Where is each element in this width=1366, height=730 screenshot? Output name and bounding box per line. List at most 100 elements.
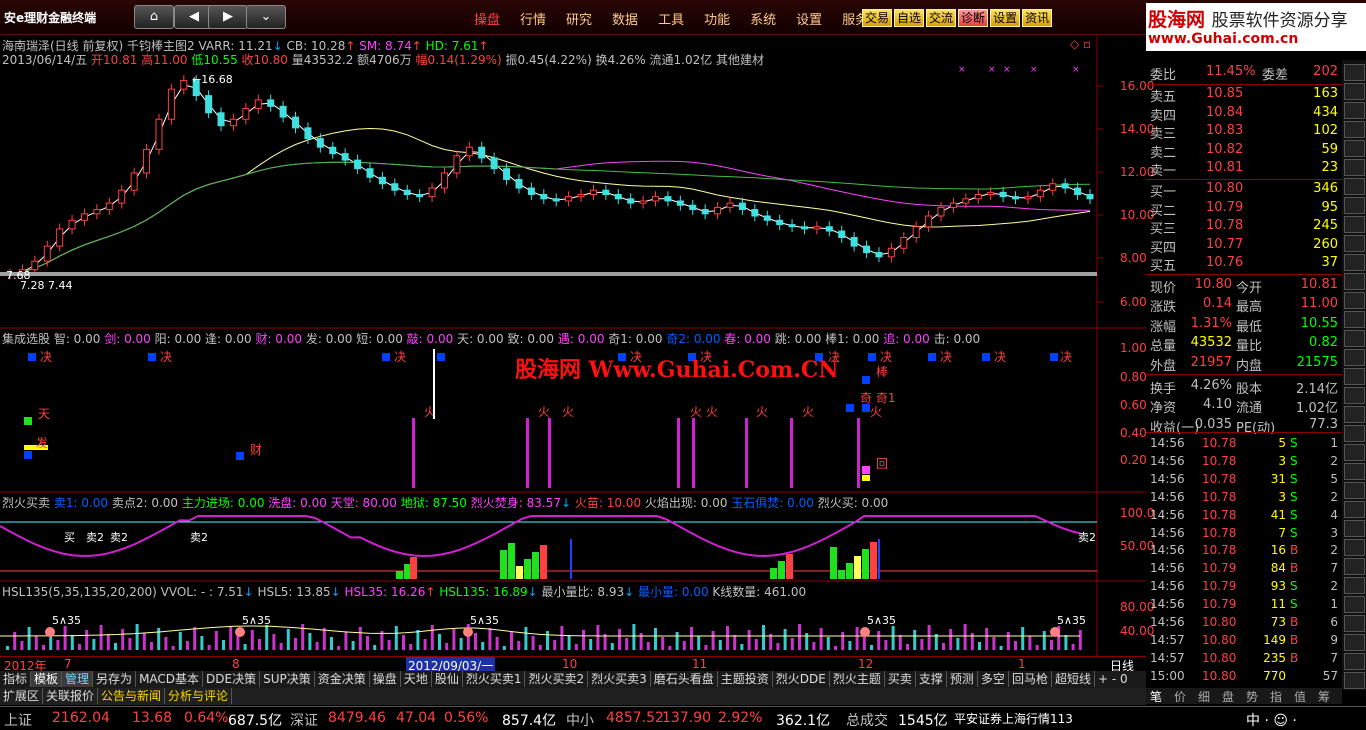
tool-button-5[interactable]: 资讯: [1022, 9, 1053, 27]
tab-3[interactable]: 另存为: [93, 671, 137, 687]
buy-row[interactable]: 买三 10.78 245: [1146, 218, 1342, 237]
grid-icon[interactable]: [1344, 121, 1365, 138]
menu-item-4[interactable]: 工具: [658, 13, 684, 28]
tab-16[interactable]: 烈火DDE: [773, 671, 830, 687]
list-icon[interactable]: [1344, 615, 1365, 632]
box-icon[interactable]: [1344, 482, 1365, 499]
quote-tab-4[interactable]: 势: [1246, 688, 1258, 705]
grid-icon[interactable]: [1344, 501, 1365, 518]
star-icon[interactable]: [1344, 653, 1365, 670]
quote-tab-2[interactable]: 细: [1198, 688, 1210, 705]
dot-icon[interactable]: [1344, 444, 1365, 461]
line-icon[interactable]: [1344, 463, 1365, 480]
tab-10[interactable]: 股仙: [432, 671, 463, 687]
tab-0[interactable]: 指标: [0, 671, 32, 687]
tab-18[interactable]: 买卖: [885, 671, 916, 687]
candle-icon[interactable]: [1344, 159, 1365, 176]
wave-icon[interactable]: [1344, 425, 1365, 442]
buy-row[interactable]: 买二 10.79 95: [1146, 200, 1342, 219]
stat-icon[interactable]: [1344, 596, 1365, 613]
forward-button[interactable]: ▶: [208, 5, 248, 29]
menu-item-0[interactable]: 操盘: [474, 13, 500, 28]
grid-icon[interactable]: [1344, 311, 1365, 328]
ext-tab-3[interactable]: 分析与评论: [165, 688, 233, 704]
calc-icon[interactable]: [1344, 273, 1365, 290]
menu-item-2[interactable]: 研究: [566, 13, 592, 28]
menu-item-5[interactable]: 功能: [704, 13, 730, 28]
panel-controls[interactable]: ◇ ▫: [1070, 37, 1091, 51]
tab-5[interactable]: DDE决策: [203, 671, 261, 687]
tool-button-1[interactable]: 自选: [894, 9, 925, 27]
rsi-icon[interactable]: [1344, 368, 1365, 385]
pie-icon[interactable]: [1344, 406, 1365, 423]
quote-tab-5[interactable]: 指: [1270, 688, 1282, 705]
tab-2[interactable]: 管理: [62, 671, 94, 687]
tab-12[interactable]: 烈火买卖2: [525, 671, 589, 687]
chart-icon[interactable]: [1344, 197, 1365, 214]
tab-21[interactable]: 多空: [978, 671, 1009, 687]
menu-item-6[interactable]: 系统: [750, 13, 776, 28]
tab-15[interactable]: 主题投资: [718, 671, 773, 687]
candle-body: [416, 194, 424, 198]
table-icon[interactable]: [1344, 178, 1365, 195]
menu-item-7[interactable]: 设置: [796, 13, 822, 28]
tab-7[interactable]: 资金决策: [315, 671, 370, 687]
sell-row[interactable]: 卖三 10.83 102: [1146, 123, 1342, 142]
trend-icon[interactable]: [1344, 330, 1365, 347]
chart-icon[interactable]: [1344, 64, 1365, 81]
tab-1[interactable]: 模板: [31, 671, 63, 687]
bars-icon[interactable]: [1344, 292, 1365, 309]
buy-row[interactable]: 买四 10.77 260: [1146, 237, 1342, 256]
buy-row[interactable]: 买一 10.80 346: [1146, 181, 1342, 200]
f10-icon[interactable]: [1344, 254, 1365, 271]
news-icon[interactable]: [1344, 235, 1365, 252]
tab-22[interactable]: 回马枪: [1009, 671, 1052, 687]
tab-scroll[interactable]: + - 0: [1098, 672, 1146, 688]
tab-4[interactable]: MACD基本: [136, 671, 204, 687]
stack-icon[interactable]: [1344, 558, 1365, 575]
tab-9[interactable]: 天地: [401, 671, 432, 687]
ext-tab-1[interactable]: 关联报价: [43, 688, 99, 704]
arrow-icon[interactable]: [1344, 387, 1365, 404]
tool-button-3[interactable]: 诊断: [958, 9, 989, 27]
tab-14[interactable]: 磨石头看盘: [651, 671, 718, 687]
sell-row[interactable]: 卖二 10.82 59: [1146, 142, 1342, 161]
tab-6[interactable]: SUP决策: [260, 671, 315, 687]
ext-tab-2[interactable]: 公告与新闻: [98, 688, 166, 704]
info-icon[interactable]: [1344, 216, 1365, 233]
tab-17[interactable]: 烈火主题: [830, 671, 885, 687]
cap-icon[interactable]: [1344, 349, 1365, 366]
tool-button-2[interactable]: 交流: [926, 9, 957, 27]
zoom-icon[interactable]: [1344, 577, 1365, 594]
tool-button-0[interactable]: 交易: [862, 9, 893, 27]
kline-icon[interactable]: [1344, 83, 1365, 100]
tool-button-4[interactable]: 设置: [990, 9, 1021, 27]
status-ime[interactable]: 中 · ☺ ·: [1246, 710, 1297, 730]
home-button[interactable]: ⌂: [134, 5, 174, 29]
bars-icon[interactable]: [1344, 140, 1365, 157]
ext-tab-0[interactable]: 扩展区: [0, 688, 44, 704]
sell-row[interactable]: 卖五 10.85 163: [1146, 86, 1342, 105]
tab-20[interactable]: 预测: [947, 671, 978, 687]
menu-item-3[interactable]: 数据: [612, 13, 638, 28]
sell-row[interactable]: 卖一 10.81 23: [1146, 160, 1342, 179]
sell-row[interactable]: 卖四 10.84 434: [1146, 105, 1342, 124]
tab-8[interactable]: 操盘: [370, 671, 401, 687]
info-icon[interactable]: [1344, 520, 1365, 537]
more-icon[interactable]: [1344, 672, 1365, 689]
list-icon[interactable]: [1344, 102, 1365, 119]
quote-tab-6[interactable]: 值: [1294, 688, 1306, 705]
buy-row[interactable]: 买五 10.76 37: [1146, 255, 1342, 274]
quote-tab-0[interactable]: 笔: [1150, 688, 1162, 705]
tab-13[interactable]: 烈火买卖3: [588, 671, 651, 687]
tab-23[interactable]: 超短线: [1052, 671, 1095, 687]
link-icon[interactable]: [1344, 539, 1365, 556]
quote-tab-3[interactable]: 盘: [1222, 688, 1234, 705]
tab-11[interactable]: 烈火买卖1: [463, 671, 526, 687]
tab-19[interactable]: 支撑: [916, 671, 947, 687]
quote-tab-1[interactable]: 价: [1174, 688, 1186, 705]
quote-tab-7[interactable]: 筹: [1318, 688, 1330, 705]
draw-icon[interactable]: [1344, 634, 1365, 651]
more-button[interactable]: ⌄: [246, 5, 286, 29]
menu-item-1[interactable]: 行情: [520, 13, 546, 28]
